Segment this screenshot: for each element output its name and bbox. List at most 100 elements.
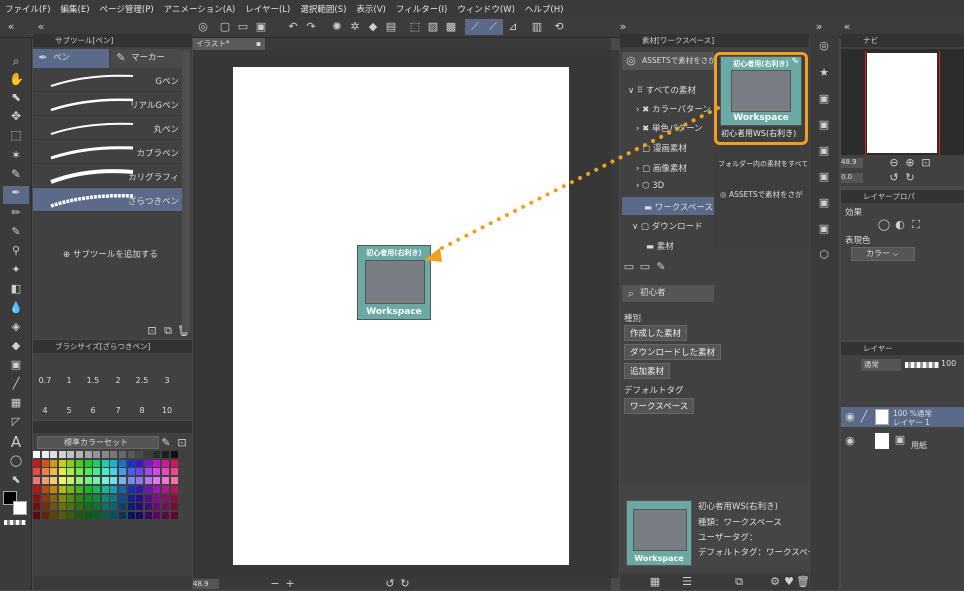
color-swatch[interactable] xyxy=(144,511,152,519)
color-swatch[interactable] xyxy=(170,468,178,476)
manga-material-icon[interactable]: ▣ xyxy=(817,118,831,132)
size-option[interactable]: 7 xyxy=(106,406,130,415)
color-swatch[interactable] xyxy=(58,503,66,511)
color-mode-select[interactable]: カラー ⌵ xyxy=(851,247,915,261)
color-set-menu-icon[interactable]: ⊡ xyxy=(175,436,189,450)
color-swatch[interactable] xyxy=(84,511,92,519)
color-swatch[interactable] xyxy=(170,503,178,511)
blend-mode-select[interactable]: 通常 xyxy=(861,359,901,371)
3d-material-icon[interactable]: ▣ xyxy=(817,170,831,184)
color-swatch[interactable] xyxy=(76,477,83,485)
color-swatch[interactable] xyxy=(67,494,75,502)
color-swatch[interactable] xyxy=(50,468,58,476)
color-swatch[interactable] xyxy=(136,451,144,458)
size-option[interactable]: 4 xyxy=(33,406,57,415)
color-swatch[interactable] xyxy=(110,494,118,502)
color-swatch[interactable] xyxy=(136,511,144,519)
eye-icon[interactable]: ◉ xyxy=(843,434,857,448)
color-swatch[interactable] xyxy=(33,485,40,493)
close-tab-icon[interactable]: ▪ xyxy=(256,38,261,50)
color-swatch[interactable] xyxy=(136,503,144,511)
menu-filter[interactable]: フィルター(I) xyxy=(391,3,452,15)
brush-item[interactable]: Gペン xyxy=(33,68,185,92)
color-swatch[interactable] xyxy=(84,485,92,493)
color-swatch[interactable] xyxy=(76,459,83,467)
color-swatch[interactable] xyxy=(84,451,92,458)
sub-color-swatch[interactable] xyxy=(13,501,27,515)
color-swatch[interactable] xyxy=(93,468,101,476)
color-swatch[interactable] xyxy=(101,503,109,511)
color-swatch[interactable] xyxy=(144,468,152,476)
color-swatch[interactable] xyxy=(127,485,135,493)
color-swatch[interactable] xyxy=(67,503,75,511)
brush-item[interactable]: 丸ペン xyxy=(33,116,185,140)
color-swatch[interactable] xyxy=(33,468,40,476)
speech-balloon-icon[interactable]: ◯ xyxy=(9,454,23,468)
color-swatch[interactable] xyxy=(101,468,109,476)
color-swatch[interactable] xyxy=(76,468,83,476)
color-swatch[interactable] xyxy=(119,511,126,519)
color-swatch[interactable] xyxy=(153,511,161,519)
size-option[interactable]: 1 xyxy=(57,376,81,385)
navi-zoom[interactable]: 48.9 xyxy=(841,158,863,168)
color-swatch[interactable] xyxy=(67,485,75,493)
color-swatch[interactable] xyxy=(84,503,92,511)
color-swatch[interactable] xyxy=(33,503,40,511)
size-option[interactable]: 3 xyxy=(155,376,179,385)
color-swatch[interactable] xyxy=(93,451,101,458)
color-swatch[interactable] xyxy=(93,503,101,511)
color-swatch[interactable] xyxy=(84,494,92,502)
open-file-icon[interactable]: ▭ xyxy=(236,20,250,34)
color-swatch[interactable] xyxy=(162,503,169,511)
color-swatch[interactable] xyxy=(170,511,178,519)
collapse-right-icon[interactable]: » xyxy=(616,20,630,34)
menu-view[interactable]: 表示(V) xyxy=(351,3,390,15)
tone-icon[interactable]: ◐ xyxy=(893,218,907,232)
color-swatch[interactable] xyxy=(33,494,40,502)
color-swatch[interactable] xyxy=(84,468,92,476)
save-icon[interactable]: ▣ xyxy=(254,20,268,34)
filter-created-button[interactable]: 作成した素材 xyxy=(624,325,688,341)
paint-bucket-icon[interactable]: ◆ xyxy=(9,339,23,353)
decoration-tool-icon[interactable]: ✦ xyxy=(9,263,23,277)
color-swatch[interactable] xyxy=(33,477,40,485)
copy-subtool-icon[interactable]: ⧉ xyxy=(161,324,175,338)
airbrush-tool-icon[interactable]: ⚲ xyxy=(9,244,23,258)
menu-animation[interactable]: アニメーション(A) xyxy=(159,3,241,15)
brush-item[interactable]: カリグラフィ xyxy=(33,164,185,188)
color-swatch[interactable] xyxy=(50,494,58,502)
crop-icon[interactable]: ▤ xyxy=(384,20,398,34)
color-swatch[interactable] xyxy=(58,477,66,485)
color-swatch[interactable] xyxy=(41,451,49,458)
grid-snap-icon[interactable]: ⊿ xyxy=(506,20,520,34)
color-swatch[interactable] xyxy=(76,451,83,458)
color-swatch[interactable] xyxy=(50,503,58,511)
assets-search-button[interactable]: ◎ ASSETSで素材をさがす xyxy=(622,52,716,70)
layer-color-icon[interactable]: ⛶ xyxy=(909,218,923,232)
color-swatch[interactable] xyxy=(58,485,66,493)
color-swatch[interactable] xyxy=(144,451,152,458)
color-swatch[interactable] xyxy=(41,468,49,476)
zoom-value[interactable]: 48.9 xyxy=(193,579,219,589)
figure-tool-icon[interactable]: ╱ xyxy=(9,377,23,391)
color-swatch[interactable] xyxy=(58,459,66,467)
view-list-icon[interactable]: ☰ xyxy=(680,575,694,589)
tree-item-all[interactable]: ∨ ⠿ すべての素材 xyxy=(628,84,696,96)
color-swatch[interactable] xyxy=(144,485,152,493)
color-swatch[interactable] xyxy=(101,477,109,485)
color-swatch[interactable] xyxy=(110,468,118,476)
material-item-workspace[interactable]: 初心者用(右利き) Workspace ✎ xyxy=(720,56,802,126)
color-swatch[interactable] xyxy=(41,503,49,511)
new-file-icon[interactable]: ▢ xyxy=(218,20,232,34)
redo-icon[interactable]: ↷ xyxy=(304,20,318,34)
color-swatch[interactable] xyxy=(50,511,58,519)
tab-pen[interactable]: ✒ ペン xyxy=(33,49,109,68)
color-swatch[interactable] xyxy=(127,477,135,485)
color-swatch[interactable] xyxy=(84,477,92,485)
navigator-preview[interactable] xyxy=(841,49,964,155)
color-swatch[interactable] xyxy=(101,451,109,458)
size-option[interactable]: 6 xyxy=(81,406,105,415)
color-swatch[interactable] xyxy=(153,477,161,485)
color-swatch[interactable] xyxy=(136,494,144,502)
blend-tool-icon[interactable]: 💧 xyxy=(9,301,23,315)
